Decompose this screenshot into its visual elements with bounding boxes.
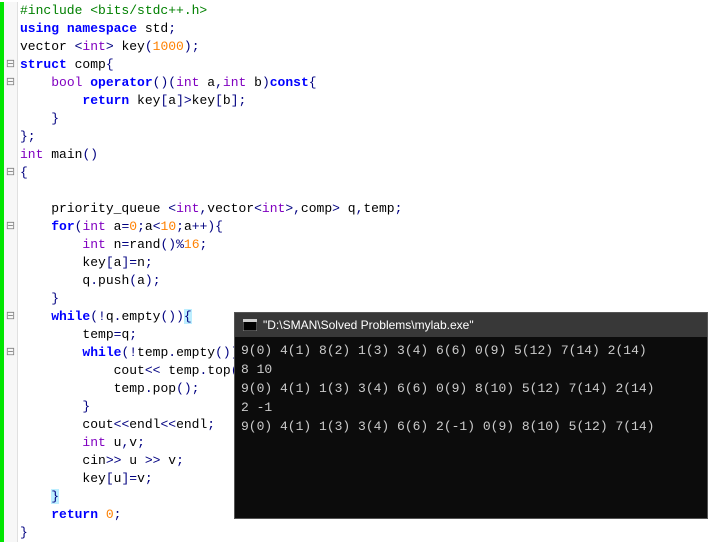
console-line: 2 -1 — [241, 398, 701, 417]
code-content: key[u]=v; — [18, 470, 153, 488]
code-content: } — [18, 110, 59, 128]
code-line[interactable]: ⊟ bool operator()(int a,int b)const{ — [0, 74, 709, 92]
code-content: temp.pop(); — [18, 380, 199, 398]
console-line: 8 10 — [241, 360, 701, 379]
fold-gutter — [4, 326, 18, 344]
fold-toggle-icon[interactable]: ⊟ — [4, 164, 18, 182]
fold-gutter — [4, 254, 18, 272]
console-titlebar[interactable]: "D:\SMAN\Solved Problems\mylab.exe" — [235, 313, 707, 337]
code-line[interactable]: using namespace std; — [0, 20, 709, 38]
code-content: int n=rand()%16; — [18, 236, 207, 254]
fold-gutter — [4, 92, 18, 110]
fold-toggle-icon[interactable]: ⊟ — [4, 74, 18, 92]
fold-gutter — [4, 38, 18, 56]
code-content: cin>> u >> v; — [18, 452, 184, 470]
fold-gutter — [4, 398, 18, 416]
code-content: while(!q.empty()){ — [18, 308, 192, 326]
code-content: temp=q; — [18, 326, 137, 344]
code-line[interactable]: ⊟ for(int a=0;a<10;a++){ — [0, 218, 709, 236]
console-title-text: "D:\SMAN\Solved Problems\mylab.exe" — [263, 318, 474, 332]
fold-gutter — [4, 272, 18, 290]
code-content: q.push(a); — [18, 272, 161, 290]
code-line[interactable] — [0, 182, 709, 200]
code-content: { — [18, 164, 28, 182]
fold-gutter — [4, 128, 18, 146]
code-content: cout<<endl<<endl; — [18, 416, 215, 434]
code-content: } — [18, 290, 59, 308]
console-line: 9(0) 4(1) 8(2) 1(3) 3(4) 6(6) 0(9) 5(12)… — [241, 341, 701, 360]
code-line[interactable]: vector <int> key(1000); — [0, 38, 709, 56]
code-line[interactable]: key[a]=n; — [0, 254, 709, 272]
fold-gutter — [4, 362, 18, 380]
code-content: priority_queue <int,vector<int>,comp> q,… — [18, 200, 402, 218]
code-line[interactable]: } — [0, 290, 709, 308]
code-line[interactable]: return key[a]>key[b]; — [0, 92, 709, 110]
code-content: vector <int> key(1000); — [18, 38, 200, 56]
fold-gutter — [4, 488, 18, 506]
fold-gutter — [4, 380, 18, 398]
code-content: #include <bits/stdc++.h> — [18, 2, 207, 20]
code-line[interactable]: priority_queue <int,vector<int>,comp> q,… — [0, 200, 709, 218]
code-line[interactable]: } — [0, 524, 709, 542]
code-line[interactable]: int main() — [0, 146, 709, 164]
code-line[interactable]: #include <bits/stdc++.h> — [0, 2, 709, 20]
code-content: using namespace std; — [18, 20, 176, 38]
fold-gutter — [4, 182, 18, 200]
code-line[interactable]: }; — [0, 128, 709, 146]
code-content: return key[a]>key[b]; — [18, 92, 246, 110]
fold-gutter — [4, 452, 18, 470]
code-line[interactable]: } — [0, 110, 709, 128]
code-line[interactable]: q.push(a); — [0, 272, 709, 290]
code-content: return 0; — [18, 506, 121, 524]
code-content — [18, 182, 51, 200]
fold-gutter — [4, 110, 18, 128]
fold-gutter — [4, 434, 18, 452]
cmd-icon — [243, 318, 257, 332]
code-line[interactable]: ⊟ { — [0, 164, 709, 182]
code-content: for(int a=0;a<10;a++){ — [18, 218, 223, 236]
fold-toggle-icon[interactable]: ⊟ — [4, 344, 18, 362]
fold-gutter — [4, 20, 18, 38]
console-window[interactable]: "D:\SMAN\Solved Problems\mylab.exe" 9(0)… — [234, 312, 708, 519]
fold-toggle-icon[interactable]: ⊟ — [4, 218, 18, 236]
code-content: } — [18, 398, 90, 416]
fold-gutter — [4, 524, 18, 542]
code-content: struct comp{ — [18, 56, 114, 74]
console-line: 9(0) 4(1) 1(3) 3(4) 6(6) 0(9) 8(10) 5(12… — [241, 379, 701, 398]
console-line: 9(0) 4(1) 1(3) 3(4) 6(6) 2(-1) 0(9) 8(10… — [241, 417, 701, 436]
fold-toggle-icon[interactable]: ⊟ — [4, 308, 18, 326]
code-content: }; — [18, 128, 36, 146]
console-output[interactable]: 9(0) 4(1) 8(2) 1(3) 3(4) 6(6) 0(9) 5(12)… — [235, 337, 707, 440]
code-content: int u,v; — [18, 434, 145, 452]
code-line[interactable]: ⊟ struct comp{ — [0, 56, 709, 74]
fold-gutter — [4, 416, 18, 434]
code-content: } — [18, 488, 59, 506]
fold-toggle-icon[interactable]: ⊟ — [4, 56, 18, 74]
fold-gutter — [4, 290, 18, 308]
code-content: while(!temp.empty()){ — [18, 344, 246, 362]
fold-gutter — [4, 200, 18, 218]
code-line[interactable]: int n=rand()%16; — [0, 236, 709, 254]
fold-gutter — [4, 146, 18, 164]
fold-gutter — [4, 470, 18, 488]
fold-gutter — [4, 2, 18, 20]
code-content: key[a]=n; — [18, 254, 153, 272]
code-content: int main() — [18, 146, 98, 164]
fold-gutter — [4, 236, 18, 254]
code-content: bool operator()(int a,int b)const{ — [18, 74, 317, 92]
code-content: } — [18, 524, 28, 542]
fold-gutter — [4, 506, 18, 524]
